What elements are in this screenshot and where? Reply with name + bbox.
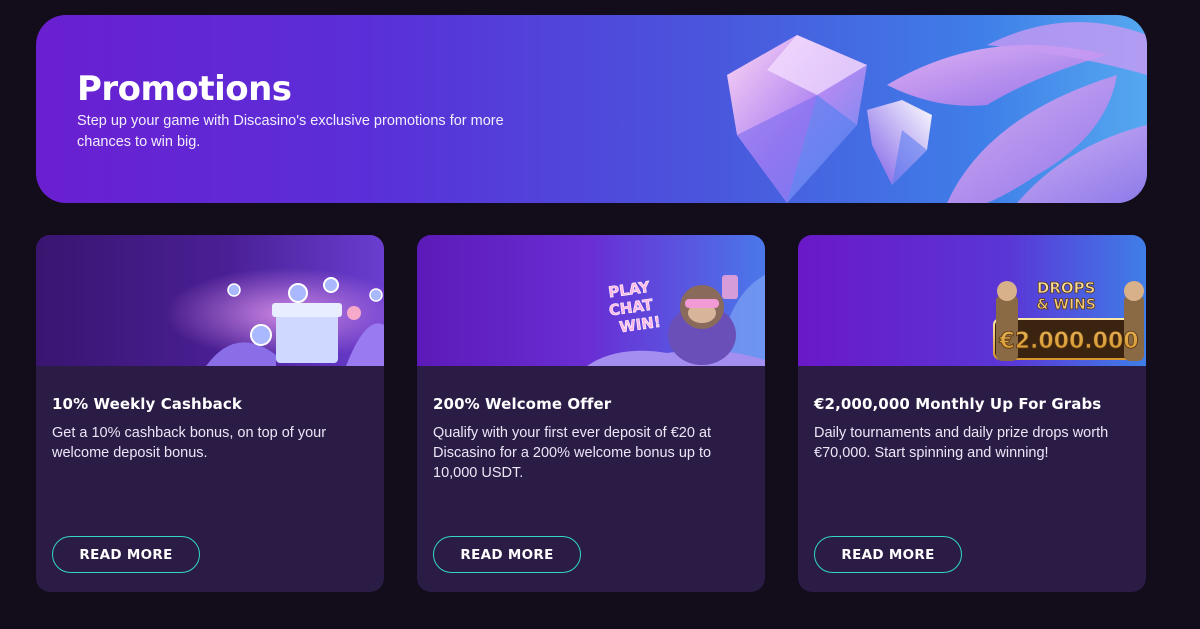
read-more-button[interactable]: READ MORE <box>52 536 200 573</box>
diamonds-palm-leaves-illustration <box>687 15 1147 203</box>
card-description: Get a 10% cashback bonus, on top of your… <box>52 425 327 461</box>
promotions-hero-banner: Promotions Step up your game with Discas… <box>36 15 1147 203</box>
read-more-button[interactable]: READ MORE <box>433 536 581 573</box>
gift-box-coins-icon <box>36 235 384 366</box>
card-title: 200% Welcome Offer <box>433 395 612 413</box>
card-title: 10% Weekly Cashback <box>52 395 242 413</box>
card-description: Qualify with your first ever deposit of … <box>433 425 712 481</box>
monkey-mascot-icon: PLAY CHAT WIN! <box>417 235 765 366</box>
read-more-button[interactable]: READ MORE <box>814 536 962 573</box>
promo-card-monthly-prize: DROPS & WINS €2.000.000 €2,000,000 Month… <box>798 235 1146 592</box>
card-description: Daily tournaments and daily prize drops … <box>814 425 1109 461</box>
page-subtitle: Step up your game with Discasino's exclu… <box>77 113 504 150</box>
promo-card-weekly-cashback: 10% Weekly Cashback Get a 10% cashback b… <box>36 235 384 592</box>
promo-card-welcome-offer: PLAY CHAT WIN! 200% Welcome Offer Qualif… <box>417 235 765 592</box>
page-title: Promotions <box>77 69 292 109</box>
drops-and-wins-banner-icon: DROPS & WINS €2.000.000 <box>798 235 1146 366</box>
card-title: €2,000,000 Monthly Up For Grabs <box>814 395 1102 413</box>
